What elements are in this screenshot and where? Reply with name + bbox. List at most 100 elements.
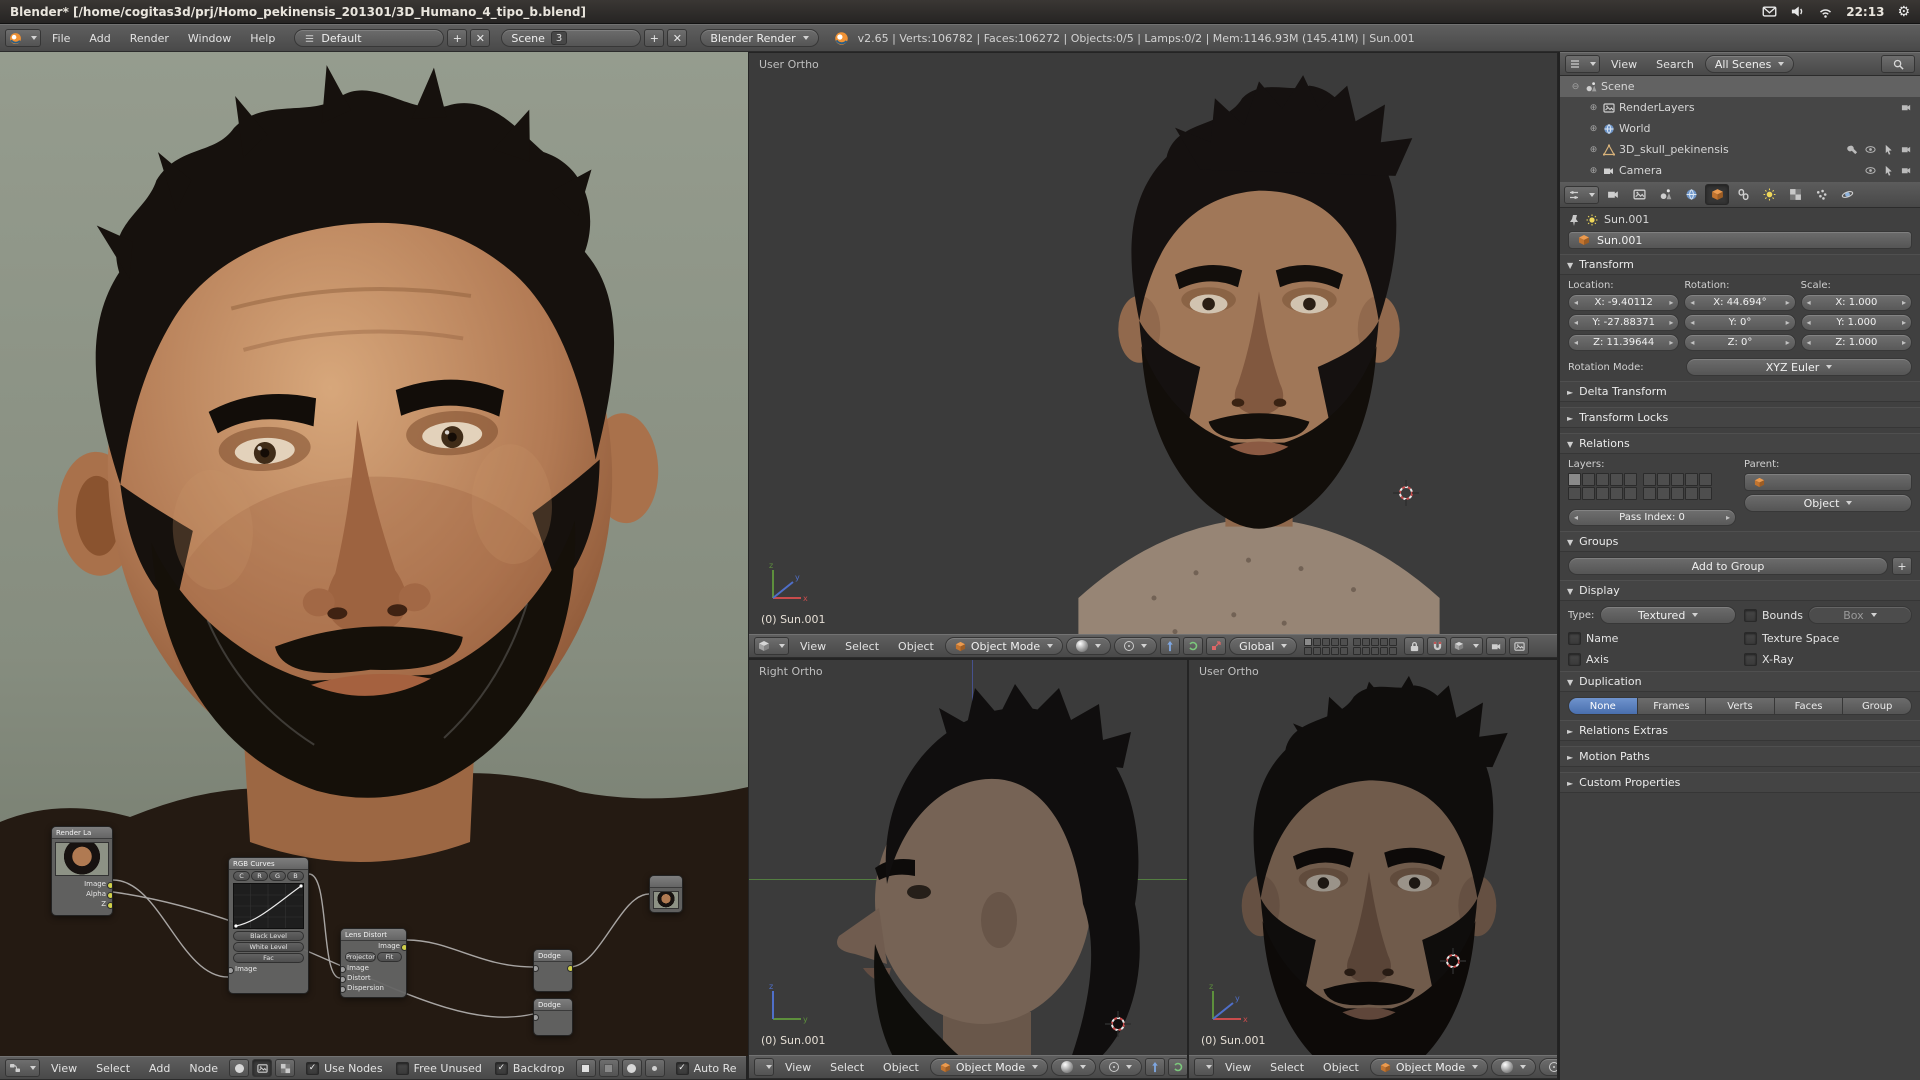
- selectability-icon[interactable]: [1883, 144, 1894, 155]
- backdrop-toggle[interactable]: Backdrop: [495, 1062, 565, 1075]
- pin-icon[interactable]: [1568, 214, 1580, 226]
- expand-icon[interactable]: ⊖: [1570, 82, 1581, 92]
- duplication-panel-header[interactable]: Duplication: [1560, 671, 1920, 692]
- node-editor-canvas[interactable]: Render La Image Alpha Z RGB Curves C R G…: [0, 52, 748, 1056]
- rotation-mode-dropdown[interactable]: XYZ Euler: [1686, 358, 1912, 376]
- screen-delete-button[interactable]: ✕: [470, 29, 490, 47]
- session-gear-icon[interactable]: ⚙: [1897, 4, 1910, 20]
- window-menu[interactable]: Window: [180, 30, 239, 47]
- manipulator-translate-button[interactable]: [1160, 637, 1180, 655]
- select-menu[interactable]: Select: [822, 1059, 872, 1076]
- render-engine-selector[interactable]: Blender Render: [700, 29, 818, 47]
- render-menu[interactable]: Render: [122, 30, 177, 47]
- display-filter-dropdown[interactable]: All Scenes: [1705, 55, 1794, 73]
- new-group-button[interactable]: +: [1892, 557, 1912, 575]
- duplication-faces-button[interactable]: Faces: [1775, 697, 1844, 715]
- dodge-node-a[interactable]: Dodge: [533, 949, 573, 992]
- use-nodes-toggle[interactable]: Use Nodes: [306, 1062, 383, 1075]
- mail-indicator-icon[interactable]: [1762, 4, 1777, 19]
- location-x-field[interactable]: X: -9.40112: [1568, 294, 1679, 311]
- object-menu[interactable]: Object: [890, 638, 942, 655]
- outliner-row-renderlayers[interactable]: ⊕ RenderLayers: [1560, 97, 1920, 118]
- mode-dropdown[interactable]: Object Mode: [1370, 1058, 1488, 1076]
- tab-world[interactable]: [1679, 184, 1703, 205]
- add-menu[interactable]: Add: [141, 1060, 178, 1077]
- clock[interactable]: 22:13: [1846, 5, 1884, 19]
- app-menu-button[interactable]: [5, 29, 41, 47]
- editor-type-button[interactable]: [754, 637, 789, 655]
- render-opengl-button[interactable]: [1509, 637, 1529, 655]
- viewport-canvas[interactable]: User Ortho xzy (0) Sun.001: [749, 53, 1557, 634]
- scene-add-button[interactable]: +: [644, 29, 664, 47]
- manipulator-rotate-button[interactable]: [1168, 1058, 1187, 1076]
- expand-icon[interactable]: ⊕: [1588, 124, 1599, 134]
- select-menu[interactable]: Select: [1262, 1059, 1312, 1076]
- fac-slider[interactable]: Fac: [233, 953, 304, 963]
- tab-texture[interactable]: [1783, 184, 1807, 205]
- display-type-dropdown[interactable]: Textured: [1600, 606, 1736, 624]
- add-to-group-button[interactable]: Add to Group: [1568, 557, 1888, 575]
- object-menu[interactable]: Object: [1315, 1059, 1367, 1076]
- scene-users-count[interactable]: 3: [551, 31, 567, 45]
- input-distort[interactable]: Distort: [341, 973, 406, 983]
- motion-paths-panel-header[interactable]: Motion Paths: [1560, 746, 1920, 767]
- outliner-row-scene[interactable]: ⊖ Scene: [1560, 76, 1920, 97]
- pivot-dropdown[interactable]: [1099, 1058, 1142, 1076]
- screen-layout-selector[interactable]: Default: [294, 29, 444, 47]
- pivot-dropdown[interactable]: [1114, 637, 1157, 655]
- bounds-type-dropdown[interactable]: Box: [1808, 606, 1912, 624]
- input-image[interactable]: Image: [229, 964, 308, 974]
- duplication-verts-button[interactable]: Verts: [1706, 697, 1775, 715]
- xray-toggle[interactable]: X-Ray: [1744, 653, 1912, 666]
- view-menu[interactable]: View: [1603, 56, 1645, 73]
- relations-extras-panel-header[interactable]: Relations Extras: [1560, 720, 1920, 741]
- parent-field[interactable]: [1744, 473, 1912, 491]
- scale-x-field[interactable]: X: 1.000: [1801, 294, 1912, 311]
- editor-type-button[interactable]: [754, 1058, 774, 1076]
- backdrop-alpha-button[interactable]: [622, 1059, 642, 1077]
- view-menu[interactable]: View: [43, 1060, 85, 1077]
- collapsed-node[interactable]: [649, 875, 683, 913]
- tab-physics[interactable]: [1835, 184, 1859, 205]
- delta-transform-panel-header[interactable]: Delta Transform: [1560, 381, 1920, 402]
- curve-widget[interactable]: [233, 883, 304, 929]
- projector-toggle[interactable]: Projector: [345, 952, 376, 962]
- pivot-dropdown[interactable]: [1539, 1058, 1557, 1076]
- search-button[interactable]: [1881, 55, 1915, 73]
- parent-type-dropdown[interactable]: Object: [1744, 494, 1912, 512]
- expand-icon[interactable]: ⊕: [1588, 103, 1599, 113]
- outliner-row-camera[interactable]: ⊕ Camera: [1560, 160, 1920, 181]
- compositing-tree-button[interactable]: [252, 1059, 272, 1077]
- render-still-button[interactable]: [1486, 637, 1506, 655]
- location-y-field[interactable]: Y: -27.88371: [1568, 314, 1679, 331]
- relations-layers-grid[interactable]: [1568, 473, 1736, 500]
- texture-space-toggle[interactable]: Texture Space: [1744, 632, 1912, 645]
- viewport-shading-dropdown[interactable]: [1051, 1058, 1096, 1076]
- object-name-field[interactable]: Sun.001: [1568, 231, 1912, 249]
- relations-panel-header[interactable]: Relations: [1560, 433, 1920, 454]
- scene-selector[interactable]: Scene 3: [501, 29, 641, 47]
- rotation-x-field[interactable]: X: 44.694°: [1684, 294, 1795, 311]
- rotation-z-field[interactable]: Z: 0°: [1684, 334, 1795, 351]
- scale-z-field[interactable]: Z: 1.000: [1801, 334, 1912, 351]
- transform-panel-header[interactable]: Transform: [1560, 254, 1920, 275]
- tab-render-layers[interactable]: [1627, 184, 1651, 205]
- render-toggle-icon[interactable]: [1901, 102, 1912, 113]
- socket-image[interactable]: Image: [52, 879, 112, 889]
- mode-dropdown[interactable]: Object Mode: [930, 1058, 1048, 1076]
- dodge-node-b[interactable]: Dodge: [533, 998, 573, 1036]
- tab-constraints[interactable]: [1731, 184, 1755, 205]
- view-menu[interactable]: View: [777, 1059, 819, 1076]
- node-menu[interactable]: Node: [181, 1060, 226, 1077]
- object-menu[interactable]: Object: [875, 1059, 927, 1076]
- editor-type-button[interactable]: [1565, 55, 1600, 73]
- tab-render[interactable]: [1601, 184, 1625, 205]
- viewport-canvas[interactable]: User Ortho xzy (0) Sun.001: [1189, 660, 1557, 1055]
- editor-type-button[interactable]: [1564, 186, 1599, 204]
- file-menu[interactable]: File: [44, 30, 78, 47]
- bounds-toggle[interactable]: Bounds: [1744, 609, 1803, 622]
- backdrop-rgba-button[interactable]: [599, 1059, 619, 1077]
- pass-index-field[interactable]: Pass Index: 0: [1568, 509, 1736, 526]
- mode-dropdown[interactable]: Object Mode: [945, 637, 1063, 655]
- channel-g-button[interactable]: G: [269, 871, 286, 881]
